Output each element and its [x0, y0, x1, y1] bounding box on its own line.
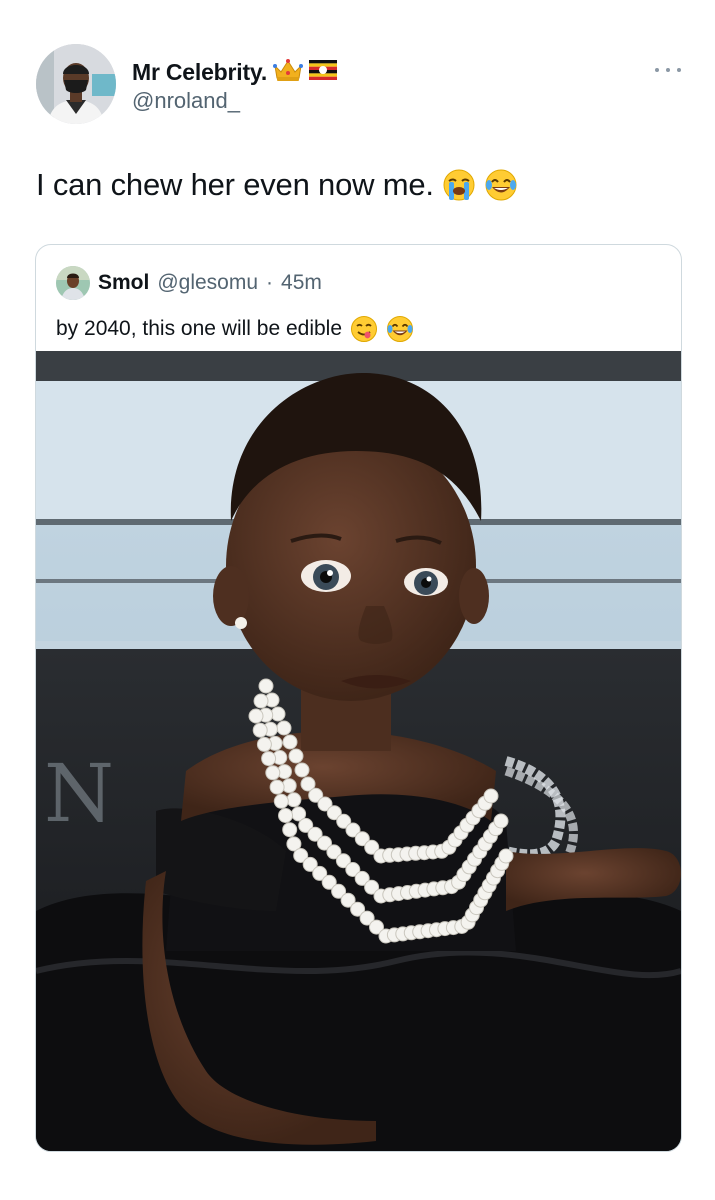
uganda-flag-icon — [309, 59, 338, 85]
pearl — [282, 822, 298, 838]
face-with-tears-of-joy-emoji — [484, 168, 518, 202]
author-display-name[interactable]: Mr Celebrity. — [132, 59, 267, 86]
tweet-header: Mr Celebrity. @nroland_ — [36, 44, 681, 128]
pearl — [282, 734, 298, 750]
quoted-tweet-time[interactable]: 45m — [281, 271, 322, 295]
loudly-crying-face-emoji — [442, 168, 476, 202]
pearl — [498, 848, 514, 864]
pearl — [294, 762, 310, 778]
quoted-author-handle[interactable]: @glesomu — [157, 271, 258, 295]
more-dot — [666, 68, 670, 72]
crown-icon — [273, 58, 304, 87]
separator-dot: · — [266, 271, 274, 294]
pearl — [258, 678, 274, 694]
pearl — [278, 808, 293, 823]
quoted-tweet-card[interactable]: Smol @glesomu · 45m by 2040, this one wi… — [35, 244, 682, 1152]
quoted-tweet-header: Smol @glesomu · 45m — [56, 265, 322, 301]
tweet-text-row: I can chew her even now me. — [36, 163, 518, 207]
quoted-author-avatar — [56, 266, 90, 300]
quoted-tweet-text: by 2040, this one will be edible — [56, 317, 343, 340]
quoted-tweet-photo[interactable]: N — [36, 351, 681, 1151]
quoted-tweet-text-row: by 2040, this one will be edible — [56, 311, 414, 347]
pearl — [253, 693, 269, 709]
more-dot — [655, 68, 659, 72]
author-handle[interactable]: @nroland_ — [132, 88, 337, 114]
pearl — [483, 788, 499, 804]
pearl — [286, 792, 302, 808]
svg-text:N: N — [44, 747, 114, 840]
more-horizontal-icon[interactable] — [655, 64, 681, 76]
face-with-tears-of-joy-emoji — [386, 315, 414, 343]
author-name-block: Mr Celebrity. @nroland_ — [132, 58, 338, 114]
pearl — [261, 751, 277, 767]
pearl — [288, 748, 304, 764]
display-name-row[interactable]: Mr Celebrity. — [132, 58, 338, 87]
pearl — [493, 813, 509, 829]
pearl — [256, 736, 272, 752]
pearl — [276, 720, 292, 736]
tweet-text: I can chew her even now me. — [36, 167, 434, 202]
face-savoring-food-emoji — [350, 315, 378, 343]
pearl — [269, 779, 285, 795]
pearl — [248, 708, 264, 724]
pearl — [252, 722, 268, 738]
quoted-author-display-name[interactable]: Smol — [98, 271, 149, 295]
pearl — [273, 793, 289, 809]
pearl — [265, 765, 281, 781]
author-avatar[interactable] — [36, 44, 116, 124]
more-dot — [677, 68, 681, 72]
tweet-page: Mr Celebrity. @nroland_ I can chew her e… — [0, 0, 715, 1200]
